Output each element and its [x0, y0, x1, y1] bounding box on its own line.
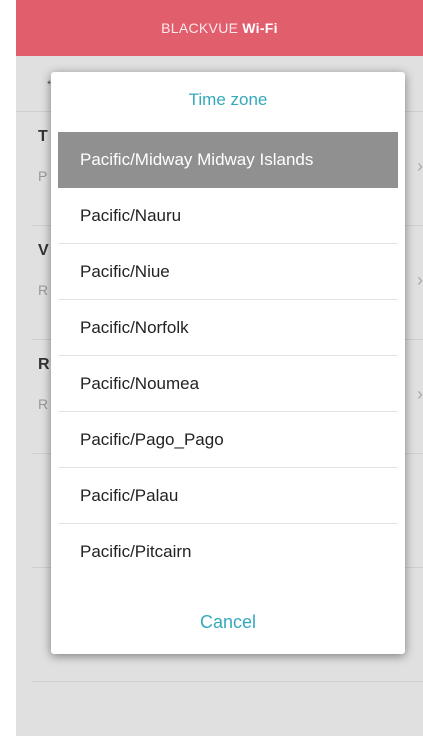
time-zone-option[interactable]: Pacific/Niue — [58, 244, 398, 300]
chevron-right-icon: › — [417, 384, 423, 404]
chevron-right-icon: › — [417, 156, 423, 176]
settings-row-title: T — [38, 128, 48, 145]
settings-row-subtitle: R — [38, 282, 49, 298]
time-zone-option[interactable]: Pacific/Noumea — [58, 356, 398, 412]
time-zone-option[interactable]: Pacific/Palau — [58, 468, 398, 524]
settings-row-title: R — [38, 356, 50, 373]
time-zone-option[interactable]: Pacific/Midway Midway Islands — [58, 132, 398, 188]
brand-name: BLACKVUE — [161, 20, 239, 36]
cancel-button[interactable]: Cancel — [51, 600, 405, 644]
time-zone-option[interactable]: Pacific/Pago_Pago — [58, 412, 398, 468]
settings-row-subtitle: P — [38, 168, 48, 184]
chevron-right-icon: › — [417, 270, 423, 290]
time-zone-option[interactable]: Pacific/Norfolk — [58, 300, 398, 356]
settings-row-title: V — [38, 242, 49, 259]
brand-wifi: Wi-Fi — [242, 20, 278, 36]
dialog-title: Time zone — [188, 90, 268, 109]
time-zone-dialog: Time zone Pacific/Midway Midway Islands … — [51, 72, 405, 654]
time-zone-option[interactable]: Pacific/Nauru — [58, 188, 398, 244]
app-header: BLACKVUE Wi-Fi — [16, 0, 423, 56]
time-zone-list: Pacific/Midway Midway Islands Pacific/Na… — [58, 132, 398, 580]
settings-row-subtitle: R — [38, 396, 49, 412]
time-zone-option[interactable]: Pacific/Pitcairn — [58, 524, 398, 580]
